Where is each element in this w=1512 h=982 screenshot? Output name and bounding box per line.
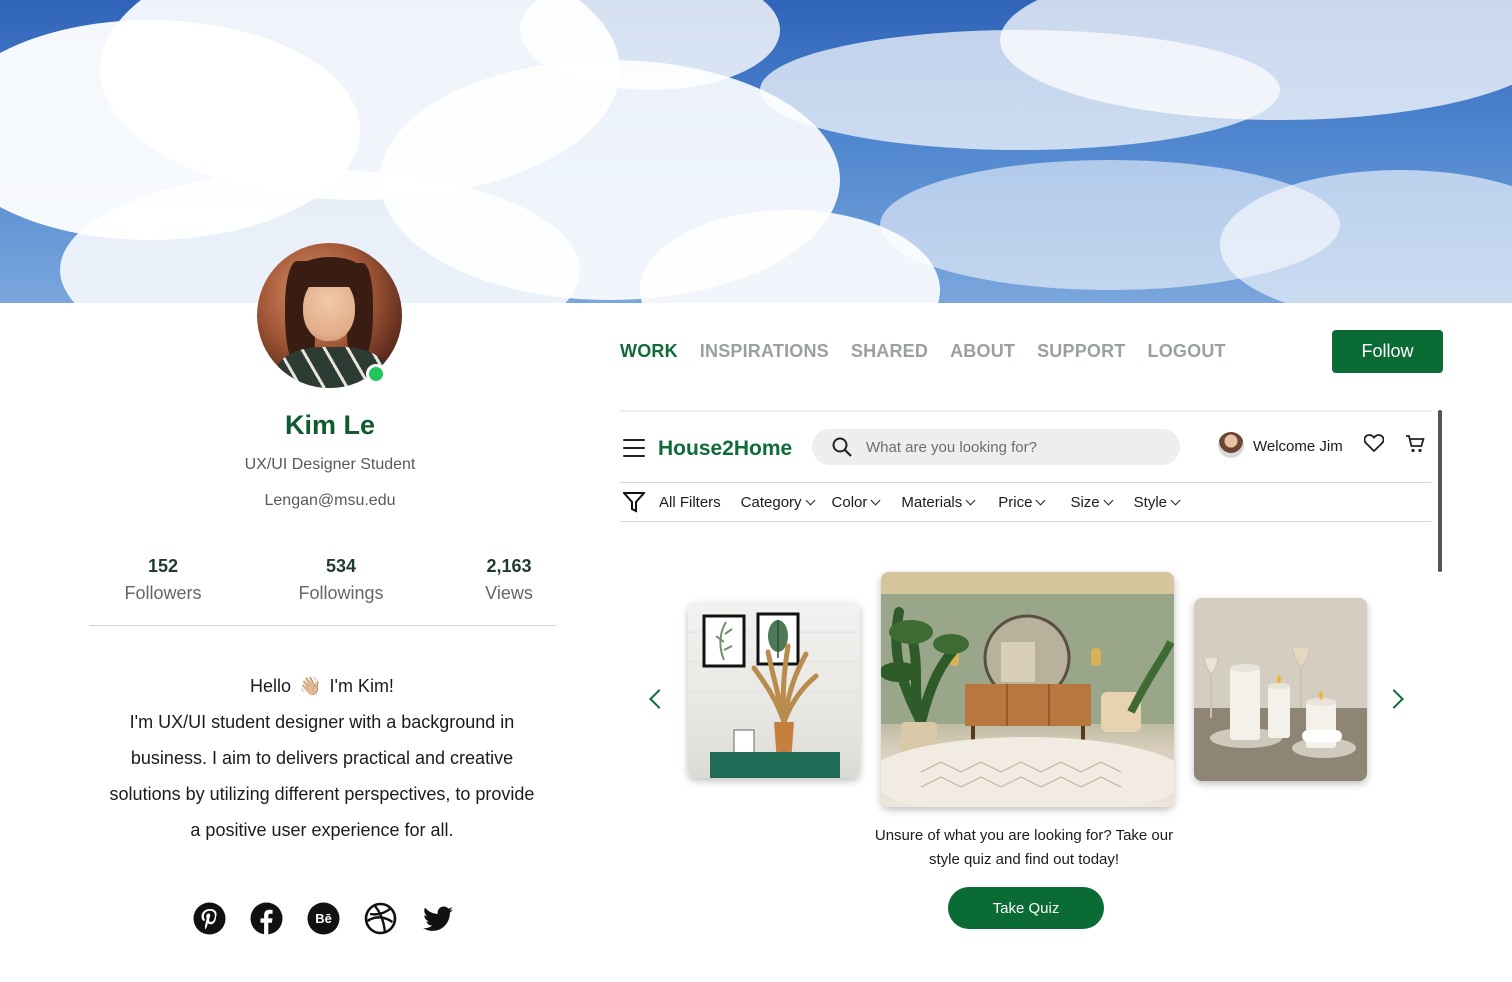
stat-views: 2,163 Views xyxy=(434,556,584,604)
nav-support[interactable]: SUPPORT xyxy=(1037,341,1125,362)
behance-icon[interactable]: Bē xyxy=(307,902,340,935)
chevron-down-icon xyxy=(965,495,976,505)
nav-logout[interactable]: LOGOUT xyxy=(1148,341,1226,362)
carousel-image-wall-decor[interactable] xyxy=(688,602,860,778)
quiz-line: style quiz and find out today! xyxy=(928,851,1120,868)
profile-bio: Hello 👋🏼 I'm Kim! I'm UX/UI student design… xyxy=(80,668,564,848)
nav-work[interactable]: WORK xyxy=(620,341,678,362)
filter-size[interactable]: Size xyxy=(1070,493,1114,511)
bio-greeting-start: Hello xyxy=(250,676,292,696)
project-preview: House2Home Welcome Jim All Filters Categ… xyxy=(620,410,1442,950)
facebook-icon[interactable] xyxy=(250,902,283,935)
heart-icon[interactable] xyxy=(1363,434,1385,457)
bio-line: a positive user experience for all. xyxy=(190,820,454,840)
profile-name: Kim Le xyxy=(284,410,376,440)
filter-label: Color xyxy=(831,493,868,511)
twitter-icon[interactable] xyxy=(421,902,454,935)
stat-label: Views xyxy=(485,583,533,603)
waving-hand-icon: 👋🏼 xyxy=(299,676,322,696)
stat-label: Followings xyxy=(298,583,384,603)
chevron-left-icon[interactable] xyxy=(649,689,669,709)
filter-price[interactable]: Price xyxy=(998,493,1046,511)
bio-line: business. I aim to delivers practical an… xyxy=(130,748,514,768)
bio-greeting: Hello 👋🏼 I'm Kim! xyxy=(80,668,564,704)
filter-label: All Filters xyxy=(659,493,721,511)
filter-style[interactable]: Style xyxy=(1133,493,1181,511)
filter-label: Style xyxy=(1133,493,1167,511)
chevron-down-icon xyxy=(1103,495,1114,505)
profile-avatar xyxy=(257,243,402,388)
pinterest-icon[interactable] xyxy=(193,902,226,935)
cart-icon[interactable] xyxy=(1405,434,1425,459)
search-icon xyxy=(832,437,852,457)
stat-value: 534 xyxy=(325,556,357,576)
stat-label: Followers xyxy=(124,583,202,603)
filter-materials[interactable]: Materials xyxy=(901,493,976,511)
mock-brand-logo[interactable]: House2Home xyxy=(658,437,792,461)
stat-followers[interactable]: 152 Followers xyxy=(88,556,238,604)
filter-label: Materials xyxy=(901,493,963,511)
profile-role: UX/UI Designer Student xyxy=(244,456,416,473)
filter-color[interactable]: Color xyxy=(831,493,881,511)
quiz-prompt: Unsure of what you are looking for? Take… xyxy=(860,824,1188,872)
carousel-image-living-room[interactable] xyxy=(881,572,1174,807)
welcome-text: Welcome Jim xyxy=(1253,438,1343,455)
mock-filter-bar: All Filters Category Color Materials Pri… xyxy=(620,482,1431,522)
filter-label: Size xyxy=(1070,493,1100,511)
chevron-down-icon xyxy=(1170,495,1181,505)
preview-scrollbar[interactable] xyxy=(1438,410,1442,572)
chevron-right-icon[interactable] xyxy=(1384,689,1404,709)
portfolio-nav: WORK INSPIRATIONS SHARED ABOUT SUPPORT L… xyxy=(620,341,1226,362)
carousel-image-candles[interactable] xyxy=(1194,598,1367,781)
stats-divider xyxy=(89,625,556,626)
stat-followings[interactable]: 534 Followings xyxy=(266,556,416,604)
bio-line: solutions by utilizing different perspec… xyxy=(109,784,535,804)
chevron-down-icon xyxy=(1036,495,1046,505)
nav-about[interactable]: ABOUT xyxy=(950,341,1015,362)
mock-search-input[interactable] xyxy=(866,438,1166,456)
user-avatar[interactable] xyxy=(1218,432,1244,458)
filter-category[interactable]: Category xyxy=(740,493,815,511)
stat-value: 2,163 xyxy=(486,556,532,576)
bio-line: I'm UX/UI student designer with a backgr… xyxy=(129,712,515,732)
nav-shared[interactable]: SHARED xyxy=(851,341,928,362)
filter-label: Price xyxy=(998,493,1033,511)
filter-all[interactable]: All Filters xyxy=(659,494,721,511)
hamburger-menu-icon[interactable] xyxy=(623,439,645,457)
filter-label: Category xyxy=(740,493,802,511)
quiz-line: Unsure of what you are looking for? Take… xyxy=(874,827,1174,844)
dribbble-icon[interactable] xyxy=(364,902,397,935)
social-links: Bē xyxy=(193,902,454,935)
svg-text:Bē: Bē xyxy=(315,911,332,926)
mock-search-bar[interactable] xyxy=(812,429,1180,465)
nav-inspirations[interactable]: INSPIRATIONS xyxy=(700,341,829,362)
take-quiz-button[interactable]: Take Quiz xyxy=(948,887,1104,929)
cover-image xyxy=(0,0,1512,303)
preview-top-border xyxy=(620,410,1431,412)
stat-value: 152 xyxy=(147,556,179,576)
chevron-down-icon xyxy=(870,495,881,505)
filter-funnel-icon[interactable] xyxy=(623,491,645,513)
follow-button[interactable]: Follow xyxy=(1332,330,1443,373)
bio-greeting-end: I'm Kim! xyxy=(329,676,394,696)
profile-email: Lengan@msu.edu xyxy=(264,492,396,509)
online-status-dot xyxy=(366,364,386,384)
chevron-down-icon xyxy=(805,495,815,505)
